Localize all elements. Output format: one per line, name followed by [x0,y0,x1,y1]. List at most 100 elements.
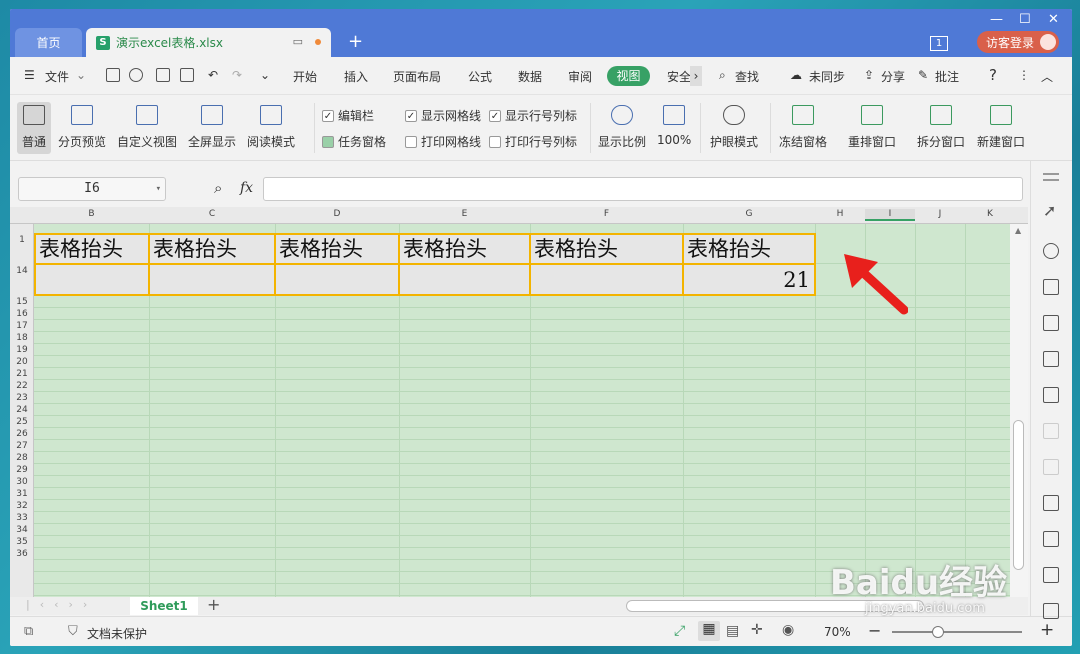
workbook-icon[interactable]: ⧉ [24,624,33,639]
menu-security[interactable]: 安全 [667,68,691,85]
row-header[interactable]: 30 [10,477,34,487]
sheet-tab-sheet1[interactable]: Sheet1 [130,597,198,615]
more-icon[interactable]: ⋮ [1018,68,1030,82]
eye-icon[interactable]: ◉ [782,622,794,638]
row-header[interactable]: 17 [10,321,34,331]
fullscreen-icon[interactable]: ⤢ [674,623,685,639]
export-icon[interactable] [129,68,143,82]
name-box[interactable]: I6 ▾ [18,177,166,201]
cell-c14[interactable] [148,263,276,296]
page-break-preview-button[interactable]: 分页预览 [58,105,106,150]
add-sheet-button[interactable]: + [207,595,220,614]
tab-document[interactable]: S 演示excel表格.xlsx ▭ [86,28,331,57]
archive-icon[interactable] [1043,567,1059,583]
style-icon[interactable] [1043,279,1059,295]
zoom-slider-track[interactable] [892,631,1022,633]
edit-bar-checkbox[interactable]: ✓ 编辑栏 [322,107,374,124]
zoom-level[interactable]: 70% [824,625,851,639]
arrange-windows-button[interactable]: 重排窗口 [848,105,896,150]
collapse-ribbon-icon[interactable]: ︿ [1041,68,1053,85]
show-gridlines-checkbox[interactable]: ✓ 显示网格线 [405,107,481,124]
row-header[interactable]: 19 [10,345,34,355]
fx-button[interactable]: fx [240,180,253,196]
freeze-panes-button[interactable]: 冻结窗格 [779,105,827,150]
page-break-view-icon[interactable]: ▤ [726,623,739,639]
cell-f14[interactable] [529,263,684,296]
cursor-icon[interactable]: ➚ [1043,201,1056,220]
tab-home[interactable]: 首页 [15,28,82,57]
row-header[interactable]: 28 [10,453,34,463]
fullscreen-button[interactable]: 全屏显示 [188,105,236,150]
menu-insert[interactable]: 插入 [344,68,368,85]
menu-formula[interactable]: 公式 [468,68,492,85]
window-count-badge[interactable]: 1 [930,36,948,51]
menu-data[interactable]: 数据 [518,68,542,85]
split-window-button[interactable]: 拆分窗口 [917,105,965,150]
reading-view-icon[interactable]: ✛ [751,622,763,638]
print-gridlines-checkbox[interactable]: 打印网格线 [405,133,481,150]
chevron-right-icon[interactable]: › [690,66,702,86]
show-headings-checkbox[interactable]: ✓ 显示行号列标 [489,107,577,124]
cell-f1[interactable]: 表格抬头 [529,233,684,265]
print-preview-icon[interactable] [180,68,194,82]
zoom-slider-handle[interactable] [932,626,944,638]
menu-review[interactable]: 审阅 [568,68,592,85]
undo-icon[interactable]: ↶ [208,68,218,82]
sync-button[interactable]: 未同步 [809,68,845,85]
cell-c1[interactable]: 表格抬头 [148,233,276,265]
col-header-h[interactable]: H [815,209,865,219]
cell-e1[interactable]: 表格抬头 [398,233,531,265]
row-header[interactable]: 16 [10,309,34,319]
comment-button[interactable]: 批注 [935,68,959,85]
formula-input[interactable] [263,177,1023,201]
new-tab-button[interactable]: + [348,31,363,52]
find-button[interactable]: 查找 [735,68,759,85]
row-header-1[interactable]: 1 [10,235,34,245]
vertical-scroll-thumb[interactable] [1013,420,1024,570]
col-header-f[interactable]: F [530,209,683,219]
print-icon[interactable] [156,68,170,82]
cell-g1[interactable]: 表格抬头 [682,233,816,265]
print-headings-checkbox[interactable]: 打印行号列标 [489,133,577,150]
eye-care-button[interactable]: 护眼模式 [710,105,758,150]
cell-e14[interactable] [398,263,531,296]
row-header[interactable]: 36 [10,549,34,559]
cell-g14[interactable]: 21 [682,263,816,296]
menu-page-layout[interactable]: 页面布局 [393,68,441,85]
zoom-out-button[interactable]: − [868,621,881,640]
login-button[interactable]: 访客登录 [977,31,1059,53]
maximize-button[interactable]: ☐ [1019,12,1031,27]
collapse-icon[interactable] [1043,603,1059,619]
chart-icon[interactable] [1043,387,1059,403]
menu-file[interactable]: 文件 [45,68,69,85]
custom-view-button[interactable]: 自定义视图 [117,105,177,150]
col-header-k[interactable]: K [965,209,1015,219]
col-header-j[interactable]: J [915,209,965,219]
help-button[interactable]: ? [989,66,997,84]
col-header-b[interactable]: B [34,209,149,219]
zoom-ratio-button[interactable]: 显示比例 [598,105,646,150]
sheet-nav-icon[interactable]: |‹‹›› [26,598,97,611]
reading-mode-button[interactable]: 阅读模式 [247,105,295,150]
col-header-d[interactable]: D [275,209,399,219]
cell-b1[interactable]: 表格抬头 [34,233,150,265]
save-icon[interactable] [106,68,120,82]
row-header[interactable]: 15 [10,297,34,307]
row-header[interactable]: 24 [10,405,34,415]
row-header[interactable]: 32 [10,501,34,511]
col-header-g[interactable]: G [683,209,815,219]
row-header[interactable]: 27 [10,441,34,451]
shapes-icon[interactable] [1043,243,1059,259]
zoom-search-icon[interactable]: ⌕ [214,179,222,197]
protect-status[interactable]: 文档未保护 [87,625,147,642]
vertical-scrollbar[interactable]: ▲ [1010,224,1028,597]
row-header[interactable]: 26 [10,429,34,439]
menu-view[interactable]: 视图 [607,66,650,86]
cell-d14[interactable] [274,263,400,296]
scroll-up-icon[interactable]: ▲ [1015,226,1021,235]
col-header-c[interactable]: C [149,209,275,219]
row-header-14[interactable]: 14 [10,266,34,276]
row-header[interactable]: 34 [10,525,34,535]
share-button[interactable]: 分享 [881,68,905,85]
row-header[interactable]: 35 [10,537,34,547]
